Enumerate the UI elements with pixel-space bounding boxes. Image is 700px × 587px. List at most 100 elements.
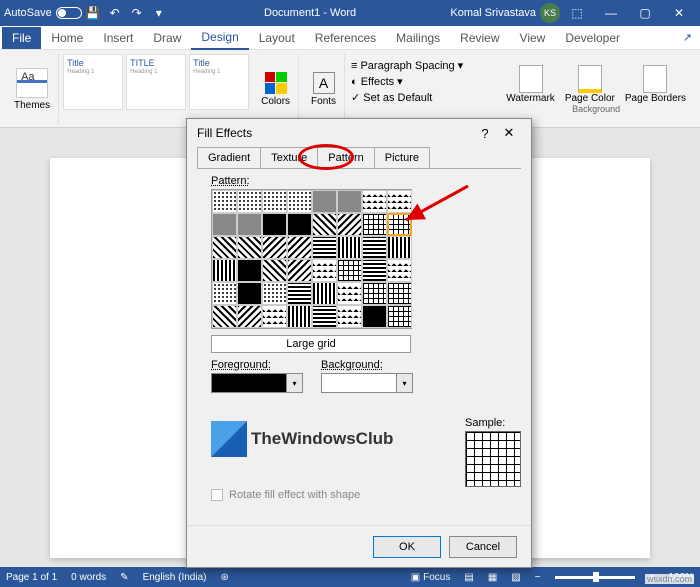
- page-status[interactable]: Page 1 of 1: [6, 572, 57, 583]
- view-web-icon[interactable]: ▨: [511, 572, 520, 583]
- pattern-swatch[interactable]: [212, 259, 237, 282]
- pattern-swatch[interactable]: [212, 305, 237, 328]
- pattern-swatch[interactable]: [337, 190, 362, 213]
- pattern-swatch[interactable]: [262, 259, 287, 282]
- page-borders-button[interactable]: Page Borders: [621, 65, 690, 104]
- zoom-out-button[interactable]: −: [535, 572, 541, 583]
- pattern-swatch[interactable]: [237, 282, 262, 305]
- foreground-dropdown[interactable]: ▾: [211, 373, 303, 393]
- tab-layout[interactable]: Layout: [249, 27, 305, 49]
- tab-insert[interactable]: Insert: [93, 27, 143, 49]
- focus-mode[interactable]: ▣ Focus: [411, 572, 451, 583]
- pattern-swatch[interactable]: [337, 305, 362, 328]
- pattern-swatch[interactable]: [337, 259, 362, 282]
- tab-review[interactable]: Review: [450, 27, 509, 49]
- style-set-3[interactable]: Title Heading 1: [189, 54, 249, 110]
- page-color-button[interactable]: Page Color: [561, 65, 619, 104]
- tab-gradient[interactable]: Gradient: [197, 147, 261, 168]
- share-button[interactable]: ↗: [675, 31, 700, 44]
- set-as-default-button[interactable]: ✓ Set as Default: [349, 90, 465, 105]
- save-icon[interactable]: 💾: [85, 5, 101, 21]
- themes-button[interactable]: Themes: [10, 66, 54, 113]
- tab-pattern[interactable]: Pattern: [317, 147, 374, 168]
- word-count[interactable]: 0 words: [71, 572, 106, 583]
- autosave-control[interactable]: AutoSave: [4, 7, 82, 19]
- cancel-button[interactable]: Cancel: [449, 536, 517, 558]
- pattern-swatch[interactable]: [237, 305, 262, 328]
- pattern-swatch[interactable]: [387, 190, 412, 213]
- pattern-swatch[interactable]: [262, 190, 287, 213]
- pattern-swatch[interactable]: [262, 213, 287, 236]
- pattern-swatch-selected[interactable]: [387, 213, 412, 236]
- dialog-close-button[interactable]: ✕: [497, 125, 521, 141]
- pattern-swatch[interactable]: [387, 236, 412, 259]
- pattern-swatch[interactable]: [287, 213, 312, 236]
- pattern-swatch[interactable]: [337, 282, 362, 305]
- tab-mailings[interactable]: Mailings: [386, 27, 450, 49]
- pattern-swatch[interactable]: [237, 213, 262, 236]
- fonts-button[interactable]: A Fonts: [307, 70, 340, 109]
- tab-view[interactable]: View: [510, 27, 556, 49]
- pattern-swatch[interactable]: [312, 213, 337, 236]
- pattern-swatch[interactable]: [262, 282, 287, 305]
- pattern-swatch[interactable]: [212, 213, 237, 236]
- pattern-swatch[interactable]: [337, 236, 362, 259]
- undo-icon[interactable]: ↶: [107, 5, 123, 21]
- zoom-slider[interactable]: [555, 576, 635, 579]
- pattern-swatch[interactable]: [362, 213, 387, 236]
- close-button[interactable]: ✕: [662, 0, 696, 26]
- pattern-swatch[interactable]: [262, 236, 287, 259]
- background-dropdown[interactable]: ▾: [321, 373, 413, 393]
- user-account[interactable]: Komal Srivastava KS: [450, 3, 560, 23]
- autosave-toggle[interactable]: [56, 7, 82, 19]
- pattern-swatch[interactable]: [212, 236, 237, 259]
- pattern-swatch[interactable]: [362, 190, 387, 213]
- pattern-swatch[interactable]: [362, 282, 387, 305]
- pattern-swatch[interactable]: [212, 190, 237, 213]
- paragraph-spacing-button[interactable]: ≡ Paragraph Spacing ▾: [349, 58, 465, 73]
- colors-button[interactable]: Colors: [257, 70, 294, 109]
- ribbon-options-icon[interactable]: ⬚: [560, 0, 594, 26]
- pattern-swatch[interactable]: [312, 305, 337, 328]
- tab-home[interactable]: Home: [41, 27, 93, 49]
- watermark-button[interactable]: Watermark: [502, 65, 559, 104]
- tab-file[interactable]: File: [2, 27, 41, 49]
- qat-customize-icon[interactable]: ▾: [151, 5, 167, 21]
- pattern-swatch[interactable]: [312, 282, 337, 305]
- pattern-swatch[interactable]: [287, 282, 312, 305]
- pattern-swatch[interactable]: [287, 190, 312, 213]
- pattern-swatch[interactable]: [387, 282, 412, 305]
- pattern-swatch[interactable]: [337, 213, 362, 236]
- pattern-swatch[interactable]: [237, 236, 262, 259]
- language-status[interactable]: English (India): [143, 572, 207, 583]
- pattern-swatch[interactable]: [237, 190, 262, 213]
- view-print-icon[interactable]: ▦: [488, 572, 497, 583]
- ok-button[interactable]: OK: [373, 536, 441, 558]
- pattern-swatch[interactable]: [237, 259, 262, 282]
- spellcheck-icon[interactable]: ✎: [120, 572, 128, 583]
- redo-icon[interactable]: ↷: [129, 5, 145, 21]
- pattern-swatch[interactable]: [287, 259, 312, 282]
- minimize-button[interactable]: —: [594, 0, 628, 26]
- tab-developer[interactable]: Developer: [555, 27, 630, 49]
- tab-picture[interactable]: Picture: [374, 147, 430, 168]
- maximize-button[interactable]: ▢: [628, 0, 662, 26]
- pattern-swatch[interactable]: [287, 305, 312, 328]
- tab-texture[interactable]: Texture: [260, 147, 318, 168]
- effects-button[interactable]: ◐ Effects ▾: [349, 74, 465, 89]
- pattern-swatch[interactable]: [212, 282, 237, 305]
- style-set-1[interactable]: Title Heading 1: [63, 54, 123, 110]
- pattern-swatch[interactable]: [362, 305, 387, 328]
- style-set-gallery[interactable]: Title Heading 1 TITLE Heading 1 Title He…: [63, 54, 249, 114]
- pattern-swatch[interactable]: [287, 236, 312, 259]
- pattern-swatch[interactable]: [312, 190, 337, 213]
- pattern-swatch[interactable]: [362, 236, 387, 259]
- tab-design[interactable]: Design: [191, 26, 248, 50]
- pattern-swatch[interactable]: [262, 305, 287, 328]
- pattern-swatch[interactable]: [387, 305, 412, 328]
- view-read-icon[interactable]: ▤: [464, 572, 473, 583]
- tab-references[interactable]: References: [305, 27, 386, 49]
- dialog-help-button[interactable]: ?: [473, 126, 497, 141]
- pattern-swatch[interactable]: [312, 259, 337, 282]
- pattern-swatch[interactable]: [312, 236, 337, 259]
